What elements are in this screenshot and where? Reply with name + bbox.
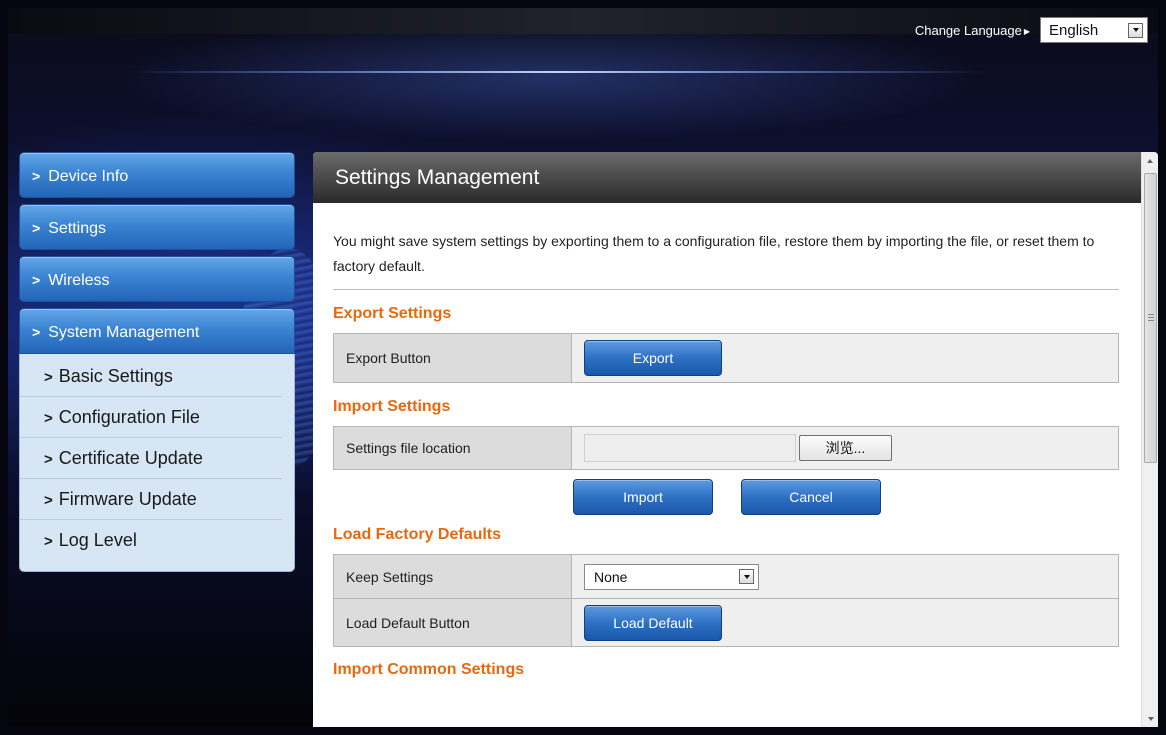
sidebar-submenu: > Basic Settings > Configuration File > Cer… xyxy=(19,354,295,572)
scroll-down-icon[interactable] xyxy=(1142,710,1158,727)
sidebar-subitem-label: Certificate Update xyxy=(58,448,203,468)
sidebar-item-settings[interactable]: > Settings xyxy=(19,204,295,250)
export-button[interactable]: Export xyxy=(584,340,722,376)
sidebar-subitem-label: Firmware Update xyxy=(58,489,197,509)
scroll-thumb[interactable] xyxy=(1144,173,1157,463)
chevron-down-icon[interactable] xyxy=(739,569,754,584)
sidebar-item-label: System Management xyxy=(48,324,200,341)
common-section-title: Import Common Settings xyxy=(333,661,525,678)
table-row: Settings file location 浏览... xyxy=(333,426,1119,470)
keep-settings-select-value: None xyxy=(594,568,628,585)
import-row-label: Settings file location xyxy=(333,426,572,470)
chevron-right-icon: > xyxy=(44,492,53,509)
table-row: Load Default Button Load Default xyxy=(333,598,1119,647)
scroll-up-icon[interactable] xyxy=(1142,152,1158,169)
export-section-title: Export Settings xyxy=(333,305,452,322)
settings-panel: Settings Management You might save syste… xyxy=(313,152,1158,727)
chevron-right-icon: > xyxy=(44,410,53,427)
chevron-right-icon: > xyxy=(32,272,41,288)
header-glow-line xyxy=(128,71,988,73)
divider xyxy=(333,289,1119,290)
browse-button[interactable]: 浏览... xyxy=(799,435,892,461)
export-row-label: Export Button xyxy=(333,333,572,383)
sidebar-item-wireless[interactable]: > Wireless xyxy=(19,256,295,302)
table-row: Export Button Export xyxy=(333,333,1119,383)
sidebar-subitem-configuration-file[interactable]: > Configuration File xyxy=(20,397,282,438)
grip-icon xyxy=(1148,314,1154,323)
cancel-button[interactable]: Cancel xyxy=(741,479,881,515)
factory-section-title: Load Factory Defaults xyxy=(333,526,502,543)
sidebar: > Device Info > Settings > Wireless > Sy… xyxy=(19,152,295,572)
chevron-right-icon: > xyxy=(32,220,41,236)
export-row-value: Export xyxy=(571,333,1119,383)
sidebar-subitem-label: Configuration File xyxy=(58,407,200,427)
file-path-input[interactable] xyxy=(584,434,796,462)
sidebar-subitem-firmware-update[interactable]: > Firmware Update xyxy=(20,479,282,520)
change-language-label: Change Language ▶ xyxy=(915,23,1030,38)
sidebar-subitem-label: Basic Settings xyxy=(58,366,173,386)
import-row-value: 浏览... xyxy=(571,426,1119,470)
import-table: Settings file location 浏览... xyxy=(333,426,1119,470)
load-default-button[interactable]: Load Default xyxy=(584,604,722,641)
keep-settings-value: None xyxy=(571,554,1119,599)
sidebar-item-system-management[interactable]: > System Management xyxy=(19,308,295,354)
chevron-right-icon: > xyxy=(32,168,41,184)
sidebar-subitem-certificate-update[interactable]: > Certificate Update xyxy=(20,438,282,479)
chevron-down-icon[interactable] xyxy=(1128,22,1143,38)
sidebar-subitem-log-level[interactable]: > Log Level xyxy=(20,520,282,561)
keep-settings-label: Keep Settings xyxy=(333,554,572,599)
language-select-value: English xyxy=(1049,21,1099,39)
intro-text: You might save system settings by export… xyxy=(333,233,1095,274)
keep-settings-select[interactable]: None xyxy=(584,563,759,590)
sidebar-item-label: Wireless xyxy=(48,272,110,289)
import-section-title: Import Settings xyxy=(333,398,451,415)
chevron-right-icon: > xyxy=(32,324,41,340)
sidebar-item-device-info[interactable]: > Device Info xyxy=(19,152,295,198)
change-language-text: Change Language xyxy=(914,22,1022,38)
sidebar-subitem-label: Log Level xyxy=(58,530,137,550)
table-row: Keep Settings None xyxy=(333,554,1119,599)
vertical-scrollbar[interactable] xyxy=(1141,152,1158,727)
factory-table: Keep Settings None Load Default Button L… xyxy=(333,554,1119,647)
page-title: Settings Management xyxy=(313,152,1158,203)
import-button[interactable]: Import xyxy=(573,479,713,515)
load-default-value: Load Default xyxy=(571,598,1119,647)
sidebar-subitem-basic-settings[interactable]: > Basic Settings xyxy=(20,356,282,397)
language-select[interactable]: English xyxy=(1040,17,1148,43)
triangle-right-icon: ▶ xyxy=(1023,26,1030,36)
chevron-right-icon: > xyxy=(44,533,53,550)
language-bar: Change Language ▶ English xyxy=(915,17,1148,43)
chevron-right-icon: > xyxy=(44,451,53,468)
import-actions: Import Cancel xyxy=(333,479,1158,515)
export-table: Export Button Export xyxy=(333,333,1119,383)
sidebar-item-label: Device Info xyxy=(48,168,129,185)
chevron-right-icon: > xyxy=(44,369,53,386)
sidebar-item-label: Settings xyxy=(48,220,106,237)
panel-body: You might save system settings by export… xyxy=(313,203,1158,679)
load-default-label: Load Default Button xyxy=(333,598,572,647)
